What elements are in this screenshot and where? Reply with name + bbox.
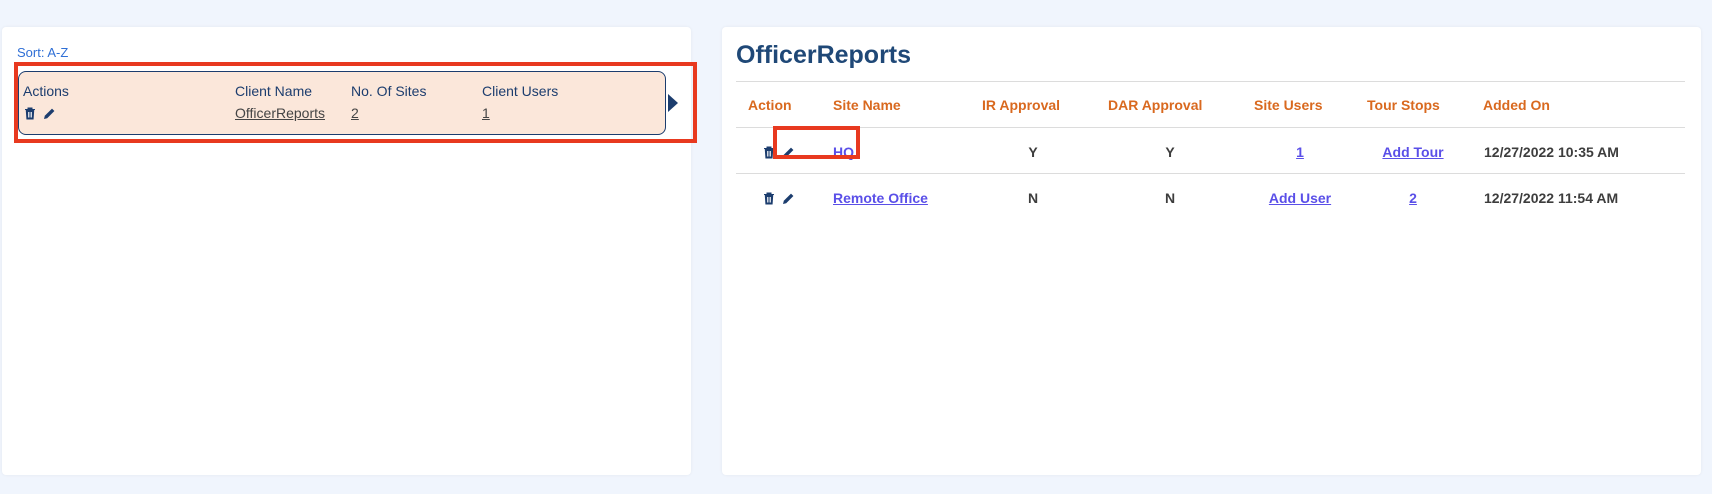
clients-panel: Sort: A-Z Actions Client Name No. Of Sit… [2,27,697,475]
pencil-icon[interactable] [782,192,794,205]
col-header-dar-approval: DAR Approval [1108,97,1203,113]
divider [736,81,1685,82]
sort-toggle[interactable]: Sort: A-Z [17,45,68,60]
ir-approval-value: Y [1028,144,1038,160]
site-edit-highlight [773,126,860,159]
tour-stops-link[interactable]: 2 [1409,190,1417,206]
tour-stops-link[interactable]: Add Tour [1382,144,1443,160]
ir-approval-value: N [1027,190,1039,206]
site-users-link[interactable]: 1 [1296,144,1304,160]
dar-approval-value: N [1164,190,1176,206]
col-header-ir-approval: IR Approval [982,97,1061,113]
divider [736,173,1685,174]
added-on-value: 12/27/2022 11:54 AM [1484,190,1619,206]
divider [736,127,1685,128]
site-name-link[interactable]: Remote Office [833,190,928,206]
col-header-site-name: Site Name [833,97,901,113]
client-card-highlight [14,62,697,143]
trash-icon[interactable] [763,192,775,205]
site-users-link[interactable]: Add User [1269,190,1331,206]
page-title: OfficerReports [736,41,912,69]
sites-panel: OfficerReports Action Site Name IR Appro… [722,27,1701,475]
col-header-added-on: Added On [1483,97,1550,113]
added-on-value: 12/27/2022 10:35 AM [1484,144,1619,160]
col-header-tour-stops: Tour Stops [1367,97,1440,113]
col-header-site-users: Site Users [1254,97,1323,113]
dar-approval-value: Y [1165,144,1175,160]
col-header-action: Action [748,97,792,113]
